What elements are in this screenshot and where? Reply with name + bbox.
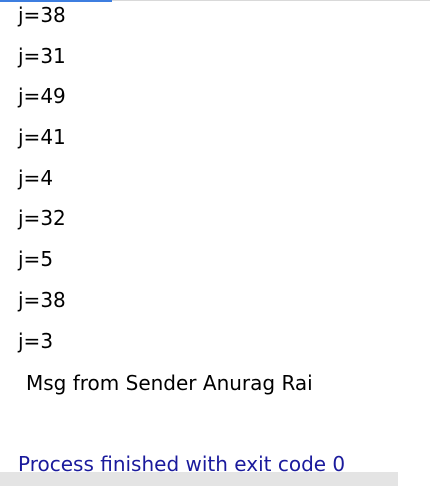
console-output-line: j=31 [18,44,66,68]
console-output-line: j=38 [18,288,66,312]
sender-message-line: Msg from Sender Anurag Rai [26,371,313,395]
console-output-line: j=3 [18,329,54,353]
console-output-line: j=49 [18,84,66,108]
run-console-output[interactable]: j=38 j=31 j=49 j=41 j=4 j=32 j=5 j=38 j=… [0,0,430,486]
console-output-line: j=5 [18,247,54,271]
horizontal-scrollbar[interactable] [0,472,398,486]
console-output-line: j=4 [18,166,54,190]
console-output-line: j=32 [18,206,66,230]
console-output-line: j=41 [18,125,66,149]
console-output-line: j=38 [18,3,66,27]
